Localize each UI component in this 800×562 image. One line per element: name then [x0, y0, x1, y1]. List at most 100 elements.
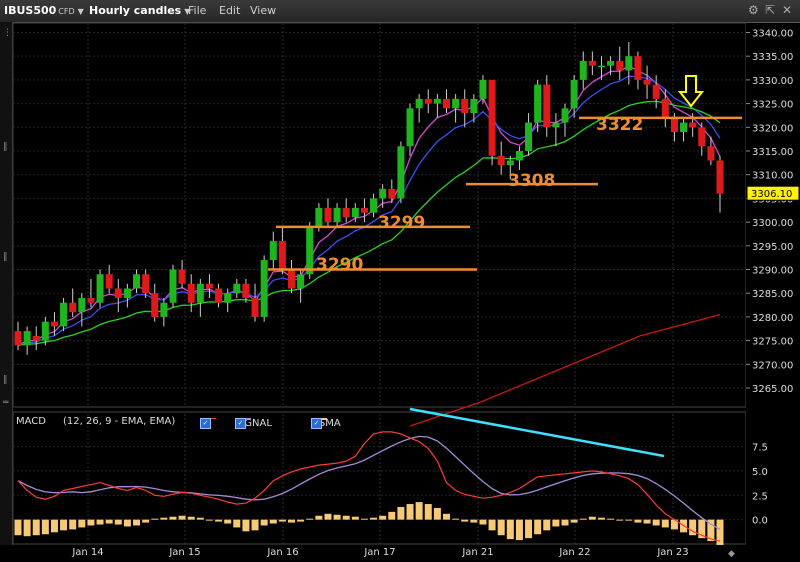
candle[interactable] [406, 108, 414, 147]
candle[interactable] [32, 335, 40, 341]
candle[interactable] [698, 127, 706, 147]
candle[interactable] [333, 207, 341, 223]
candle[interactable] [488, 79, 496, 156]
candle[interactable] [123, 288, 131, 298]
candle[interactable] [680, 122, 688, 133]
osma-bar [588, 516, 596, 520]
osma-bar [634, 519, 642, 523]
candle[interactable] [470, 98, 478, 114]
candle[interactable] [543, 84, 551, 128]
candle[interactable] [187, 283, 195, 303]
candle[interactable] [607, 60, 615, 66]
osma-bar [597, 517, 605, 520]
osma-bar [297, 519, 305, 522]
candle[interactable] [342, 207, 350, 218]
candle[interactable] [224, 293, 232, 303]
candle[interactable] [306, 226, 314, 275]
candle[interactable] [634, 56, 642, 80]
candle[interactable] [105, 274, 113, 289]
candle[interactable] [178, 269, 186, 284]
candle[interactable] [616, 60, 624, 71]
candle[interactable] [397, 146, 405, 199]
candle[interactable] [379, 188, 387, 199]
candle[interactable] [160, 302, 168, 317]
candle[interactable] [215, 288, 223, 303]
price-tick-label: 3295.00 [752, 242, 793, 253]
level-label: 3308 [508, 171, 555, 191]
candle[interactable] [442, 98, 450, 109]
candle[interactable] [415, 98, 423, 109]
candle[interactable] [69, 302, 77, 313]
macd-tick-label: 0.0 [752, 516, 768, 527]
checkbox-icon[interactable]: ✓ [311, 418, 322, 429]
candle[interactable] [552, 122, 560, 128]
candle[interactable] [50, 321, 58, 327]
candle[interactable] [151, 293, 159, 317]
candle[interactable] [133, 274, 141, 289]
candle[interactable] [506, 160, 514, 166]
candle[interactable] [23, 331, 31, 346]
candle[interactable] [388, 188, 396, 199]
price-tick-label: 3335.00 [752, 52, 793, 63]
candle[interactable] [269, 241, 277, 261]
candle[interactable] [588, 60, 596, 66]
candle[interactable] [324, 207, 332, 223]
candle[interactable] [351, 207, 359, 218]
candle[interactable] [570, 79, 578, 109]
candle[interactable] [78, 297, 86, 313]
candle[interactable] [278, 241, 286, 270]
candle[interactable] [87, 297, 95, 303]
candle[interactable] [260, 260, 268, 317]
candle[interactable] [643, 79, 651, 85]
candle[interactable] [169, 269, 177, 303]
candle[interactable] [525, 122, 533, 151]
candle[interactable] [370, 198, 378, 213]
candle[interactable] [288, 269, 296, 289]
candle[interactable] [579, 60, 587, 80]
candle[interactable] [315, 207, 323, 227]
osma-bar [333, 514, 341, 520]
candle[interactable] [142, 274, 150, 294]
time-tick-label: Jan 21 [461, 547, 493, 558]
checkbox-icon[interactable]: ✓ [200, 418, 211, 429]
candle[interactable] [707, 146, 715, 161]
candle[interactable] [41, 321, 49, 341]
checkbox-icon[interactable]: ✓ [235, 418, 246, 429]
candle[interactable] [205, 283, 213, 289]
candle[interactable] [625, 56, 633, 71]
candle[interactable] [452, 98, 460, 109]
candle[interactable] [424, 98, 432, 104]
candle[interactable] [433, 98, 441, 104]
candle[interactable] [689, 122, 697, 128]
candle[interactable] [497, 155, 505, 166]
candle[interactable] [515, 151, 523, 161]
candle[interactable] [652, 84, 660, 99]
candle[interactable] [461, 98, 469, 114]
candle[interactable] [670, 117, 678, 133]
candle[interactable] [60, 302, 68, 327]
candle[interactable] [597, 65, 605, 68]
candle[interactable] [661, 98, 669, 118]
osma-bar [178, 515, 186, 520]
candle[interactable] [534, 84, 542, 123]
osma-bar [133, 519, 141, 526]
candle[interactable] [14, 331, 22, 346]
candle[interactable] [196, 283, 204, 303]
candle[interactable] [242, 283, 250, 298]
time-tick-label: Jan 16 [266, 547, 298, 558]
candle[interactable] [114, 288, 122, 298]
candle[interactable] [96, 274, 104, 303]
candle[interactable] [561, 108, 569, 123]
candle[interactable] [716, 160, 724, 194]
candle[interactable] [233, 283, 241, 294]
candle[interactable] [251, 297, 259, 317]
candle[interactable] [360, 207, 368, 213]
candle[interactable] [479, 79, 487, 99]
osma-bar [23, 519, 31, 537]
osma-bar [488, 519, 496, 531]
osma-bar [306, 518, 314, 520]
scroll-end-icon[interactable]: ◆ [728, 549, 735, 559]
price-chart[interactable]: 3322 3308 3299 3290 3340.00 3335.00 3330.00 33… [0, 0, 800, 562]
candle[interactable] [297, 274, 305, 289]
current-price-label: 3306.10 [751, 189, 792, 200]
